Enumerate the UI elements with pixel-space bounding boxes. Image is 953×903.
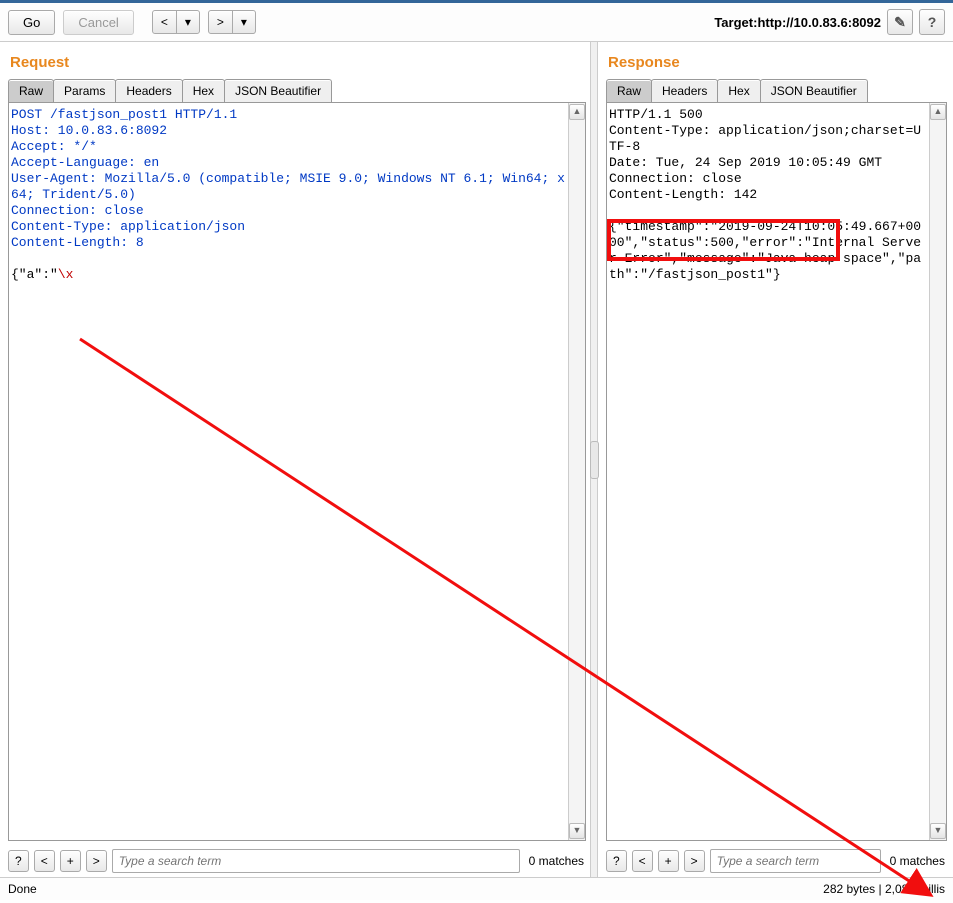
request-scrollbar[interactable]: ▲ ▼ bbox=[568, 103, 585, 840]
top-toolbar: Go Cancel < ▾ > ▾ Target: http://10.0.83… bbox=[0, 3, 953, 42]
search-help-button[interactable]: ? bbox=[606, 850, 627, 872]
splitter-grip[interactable] bbox=[590, 441, 599, 479]
tab-raw[interactable]: Raw bbox=[8, 79, 54, 102]
response-matches-label: 0 matches bbox=[884, 854, 947, 868]
next-button-dropdown[interactable]: ▾ bbox=[233, 11, 255, 33]
next-button-left[interactable]: > bbox=[209, 11, 233, 33]
req-h3: Accept-Language: en bbox=[11, 155, 159, 170]
resp-tab-hex[interactable]: Hex bbox=[717, 79, 760, 102]
status-left: Done bbox=[8, 882, 37, 896]
scroll-down-icon[interactable]: ▼ bbox=[930, 823, 946, 839]
panes-container: Request Raw Params Headers Hex JSON Beau… bbox=[0, 42, 953, 877]
resp-body-2: Error","message":"Java heap space","path… bbox=[609, 251, 921, 282]
go-button[interactable]: Go bbox=[8, 10, 55, 35]
next-combo-button[interactable]: > ▾ bbox=[208, 10, 256, 34]
response-scrollbar[interactable]: ▲ ▼ bbox=[929, 103, 946, 840]
resp-h1: Content-Type: application/json;charset=U… bbox=[609, 123, 921, 154]
req-h2: Accept: */* bbox=[11, 139, 97, 154]
search-prev-button[interactable]: < bbox=[34, 850, 55, 872]
resp-tab-raw[interactable]: Raw bbox=[606, 79, 652, 102]
req-h7: Content-Length: 8 bbox=[11, 235, 144, 250]
target-display: Target: http://10.0.83.6:8092 ✎ ? bbox=[714, 9, 945, 35]
req-body-escape: \x bbox=[58, 267, 74, 282]
scroll-up-icon[interactable]: ▲ bbox=[569, 104, 585, 120]
prev-button-left[interactable]: < bbox=[153, 11, 177, 33]
prev-combo-button[interactable]: < ▾ bbox=[152, 10, 200, 34]
request-editor-wrap: POST /fastjson_post1 HTTP/1.1 Host: 10.0… bbox=[8, 103, 586, 841]
cancel-button[interactable]: Cancel bbox=[63, 10, 133, 35]
request-search-row: ? < + > 0 matches bbox=[8, 845, 586, 877]
scroll-down-icon[interactable]: ▼ bbox=[569, 823, 585, 839]
req-body-prefix: {"a":" bbox=[11, 267, 58, 282]
status-bar: Done 282 bytes | 2,081 millis bbox=[0, 877, 953, 900]
prev-button-dropdown[interactable]: ▾ bbox=[177, 11, 199, 33]
response-search-row: ? < + > 0 matches bbox=[606, 845, 947, 877]
req-h1: Host: 10.0.83.6:8092 bbox=[11, 123, 167, 138]
tab-hex[interactable]: Hex bbox=[182, 79, 225, 102]
resp-tab-headers[interactable]: Headers bbox=[651, 79, 718, 102]
req-h5: Connection: close bbox=[11, 203, 144, 218]
response-editor[interactable]: HTTP/1.1 500 Content-Type: application/j… bbox=[607, 103, 929, 840]
response-search-input[interactable] bbox=[710, 849, 881, 873]
response-editor-wrap: HTTP/1.1 500 Content-Type: application/j… bbox=[606, 103, 947, 841]
help-icon[interactable]: ? bbox=[919, 9, 945, 35]
edit-target-icon[interactable]: ✎ bbox=[887, 9, 913, 35]
tab-json-beautifier[interactable]: JSON Beautifier bbox=[224, 79, 332, 102]
request-tabs: Raw Params Headers Hex JSON Beautifier bbox=[8, 79, 586, 103]
request-pane: Request Raw Params Headers Hex JSON Beau… bbox=[0, 42, 590, 877]
search-help-button[interactable]: ? bbox=[8, 850, 29, 872]
tab-headers[interactable]: Headers bbox=[115, 79, 182, 102]
status-right: 282 bytes | 2,081 millis bbox=[823, 882, 945, 896]
tab-params[interactable]: Params bbox=[53, 79, 116, 102]
resp-h4: Content-Length: 142 bbox=[609, 187, 757, 202]
resp-h0: HTTP/1.1 500 bbox=[609, 107, 703, 122]
resp-h3: Connection: close bbox=[609, 171, 742, 186]
search-add-button[interactable]: + bbox=[60, 850, 81, 872]
search-next-button[interactable]: > bbox=[86, 850, 107, 872]
req-h6: Content-Type: application/json bbox=[11, 219, 245, 234]
response-pane: Response Raw Headers Hex JSON Beautifier… bbox=[598, 42, 953, 877]
request-search-input[interactable] bbox=[112, 849, 520, 873]
req-h4: User-Agent: Mozilla/5.0 (compatible; MSI… bbox=[11, 171, 565, 202]
target-label: Target: bbox=[714, 15, 757, 30]
request-title: Request bbox=[10, 54, 584, 71]
request-matches-label: 0 matches bbox=[523, 854, 586, 868]
response-title: Response bbox=[608, 54, 945, 71]
splitter[interactable] bbox=[590, 42, 598, 877]
scroll-up-icon[interactable]: ▲ bbox=[930, 104, 946, 120]
req-h0: POST /fastjson_post1 HTTP/1.1 bbox=[11, 107, 237, 122]
resp-tab-json-beautifier[interactable]: JSON Beautifier bbox=[760, 79, 868, 102]
resp-h2: Date: Tue, 24 Sep 2019 10:05:49 GMT bbox=[609, 155, 882, 170]
search-add-button[interactable]: + bbox=[658, 850, 679, 872]
target-url: http://10.0.83.6:8092 bbox=[757, 15, 881, 30]
search-next-button[interactable]: > bbox=[684, 850, 705, 872]
response-tabs: Raw Headers Hex JSON Beautifier bbox=[606, 79, 947, 103]
search-prev-button[interactable]: < bbox=[632, 850, 653, 872]
request-editor[interactable]: POST /fastjson_post1 HTTP/1.1 Host: 10.0… bbox=[9, 103, 568, 840]
